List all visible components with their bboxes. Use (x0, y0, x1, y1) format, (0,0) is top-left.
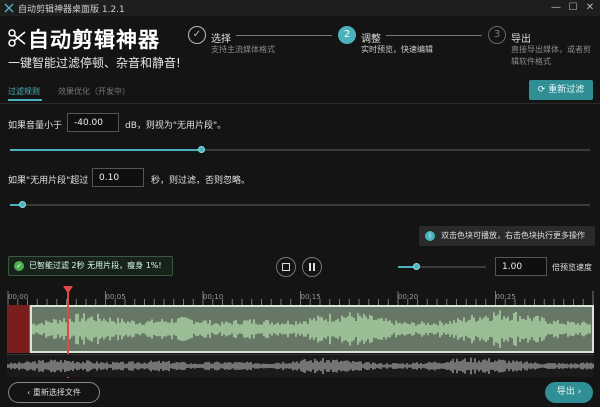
ruler-tick-label: 00:00 (8, 293, 28, 301)
hint-text: 双击色块可播放，右击色块执行更多操作 (441, 231, 585, 240)
status-badge: ✓ 已智能过滤 2秒 无用片段，瘦身 1%! (8, 256, 173, 276)
timeline-ruler: 00:00 00:05 00:10 00:15 00:20 00:25 (7, 291, 594, 305)
hint-banner: i 双击色块可播放，右击色块执行更多操作 (419, 226, 595, 246)
ruler-tick-label: 00:25 (496, 293, 516, 301)
brand-name: 自动剪辑神器 (28, 28, 160, 52)
rule1-suffix: dB，则视为"无用片段"。 (125, 121, 227, 131)
kept-segment[interactable] (30, 305, 594, 353)
overview-minimap[interactable] (6, 354, 594, 377)
reselect-file-label: 重新选择文件 (32, 388, 81, 397)
tab-bar: 过滤规则 效果优化（开发中） (0, 80, 600, 104)
step-connector (236, 35, 332, 36)
waveform-timeline[interactable] (7, 305, 594, 353)
step-1-title: 选择 (211, 34, 231, 45)
volume-slider-handle[interactable] (198, 146, 205, 153)
ruler-tick-label: 00:20 (398, 293, 418, 301)
filtered-segment[interactable] (7, 305, 29, 353)
minimize-button[interactable]: — (548, 1, 564, 15)
rule2-prefix: 如果"无用片段"超过 (8, 176, 89, 186)
export-button[interactable]: 导出 › (545, 382, 593, 403)
speed-label: 倍预览速度 (552, 263, 592, 272)
stop-icon (282, 263, 290, 271)
overview-waveform (6, 357, 594, 375)
tab-effect-optimize[interactable]: 效果优化（开发中） (58, 86, 130, 97)
app-logo-icon (4, 3, 14, 13)
chevron-right-icon: › (574, 387, 582, 397)
volume-slider-fill (10, 149, 201, 151)
reselect-file-button[interactable]: ‹ 重新选择文件 (8, 382, 100, 403)
step-3-title: 导出 (511, 34, 531, 45)
duration-threshold-input[interactable] (92, 168, 144, 187)
stop-button[interactable] (276, 257, 296, 277)
rule2-suffix: 秒，则过滤，否则忽略。 (151, 176, 251, 186)
info-icon: i (425, 231, 435, 241)
pause-icon (309, 263, 311, 271)
refresh-icon: ⟳ (537, 85, 549, 95)
step-2-title: 调整 (361, 34, 381, 45)
step-2-sub: 实时预览，快速编辑 (361, 45, 433, 54)
volume-threshold-input[interactable] (67, 113, 119, 132)
duration-slider-track[interactable] (10, 204, 590, 206)
tab-filter-rules[interactable]: 过滤规则 (8, 86, 40, 97)
playhead-marker-icon[interactable] (63, 286, 73, 294)
ruler-tick-label: 00:05 (106, 293, 126, 301)
check-icon: ✓ (14, 261, 24, 271)
step-connector (386, 35, 482, 36)
title-bar: 自动剪辑神器桌面版 1.2.1 — ☐ ✕ (0, 0, 600, 16)
waveform (31, 310, 591, 348)
rule1-prefix: 如果音量小于 (8, 121, 63, 131)
app-window: 自动剪辑神器桌面版 1.2.1 — ☐ ✕ 自动剪辑神器 一键智能过滤停顿、杂音… (0, 0, 600, 407)
refilter-label: 重新过滤 (548, 85, 585, 95)
step-3-number-icon: 3 (488, 26, 506, 44)
step-2-number-icon: 2 (338, 26, 356, 44)
speed-slider-handle[interactable] (413, 263, 420, 270)
status-text: 已智能过滤 2秒 无用片段，瘦身 1%! (29, 261, 162, 270)
step-1-check-icon: ✓ (188, 26, 206, 44)
step-1-sub: 支持主流媒体格式 (211, 45, 275, 54)
step-3-sub: 直接导出媒体，或者剪辑软件格式 (511, 45, 591, 66)
refilter-button[interactable]: ⟳ 重新过滤 (529, 80, 593, 100)
window-title: 自动剪辑神器桌面版 1.2.1 (18, 5, 125, 15)
duration-slider-handle[interactable] (19, 201, 26, 208)
brand-slogan: 一键智能过滤停顿、杂音和静音! (8, 56, 181, 70)
ruler-tick-label: 00:15 (301, 293, 321, 301)
export-label: 导出 (556, 387, 575, 397)
ruler-tick-label: 00:10 (203, 293, 223, 301)
pause-button[interactable] (302, 257, 322, 277)
speed-input[interactable] (495, 257, 547, 276)
scissors-icon (8, 29, 26, 47)
tab-active-indicator (8, 99, 42, 101)
maximize-button[interactable]: ☐ (565, 1, 581, 15)
close-button[interactable]: ✕ (582, 1, 598, 15)
